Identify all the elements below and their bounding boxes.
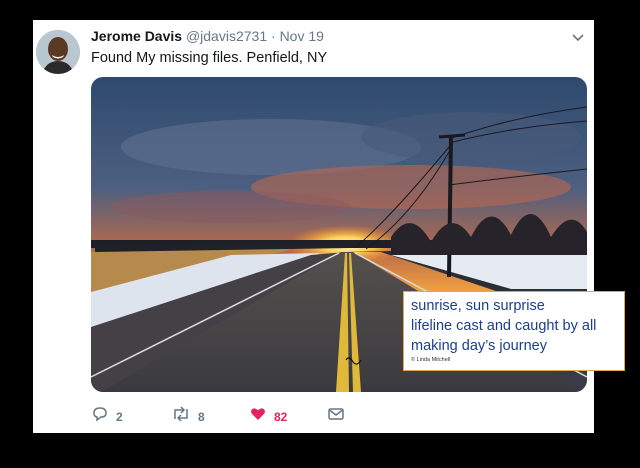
caption-line: sunrise, sun surprise [411, 298, 545, 314]
tweet-actions: 2 8 82 [91, 405, 511, 427]
direct-message-icon [327, 405, 345, 428]
avatar[interactable] [36, 30, 80, 74]
chevron-down-icon[interactable] [570, 31, 586, 45]
poem-caption: sunrise, sun surprise lifeline cast and … [403, 291, 625, 371]
retweet-button[interactable]: 8 [171, 405, 205, 428]
reply-icon [91, 405, 109, 428]
tweet-header: Jerome Davis @jdavis2731 · Nov 19 [91, 28, 324, 44]
tweet-text: Found My missing files. Penfield, NY [91, 50, 328, 66]
like-count: 82 [274, 409, 288, 424]
tweet-date[interactable]: Nov 19 [280, 28, 324, 44]
caption-line: making day’s journey [411, 338, 547, 354]
author-name[interactable]: Jerome Davis [91, 28, 182, 44]
reply-count: 2 [116, 409, 123, 424]
separator: · [271, 28, 276, 44]
caption-line: lifeline cast and caught by all [411, 318, 597, 334]
reply-button[interactable]: 2 [91, 405, 123, 428]
photo-credit: © Linda Mitchell [411, 357, 451, 363]
heart-icon [249, 405, 267, 428]
author-handle[interactable]: @jdavis2731 [186, 28, 267, 44]
retweet-icon [171, 405, 191, 428]
retweet-count: 8 [198, 409, 205, 424]
like-button[interactable]: 82 [249, 405, 287, 428]
direct-message-button[interactable] [327, 405, 345, 428]
